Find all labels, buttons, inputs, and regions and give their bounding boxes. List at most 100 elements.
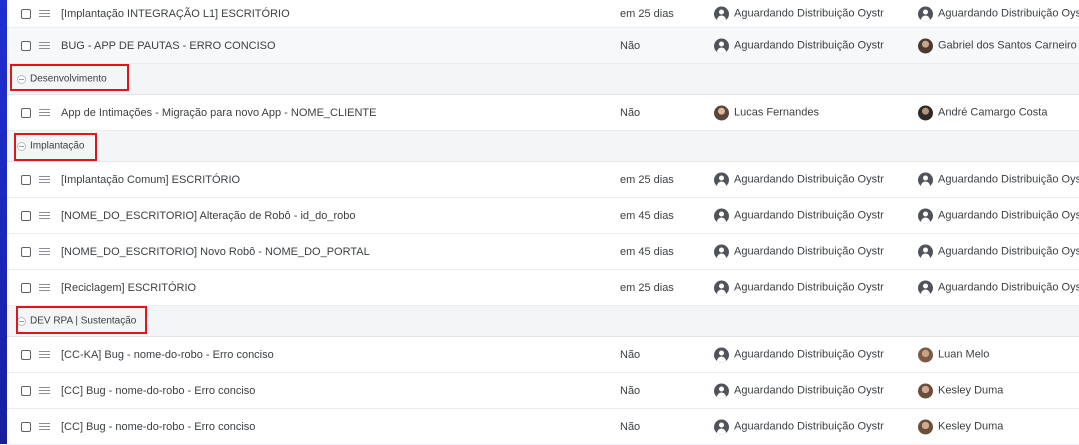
task-owner[interactable]: Kesley Duma (918, 419, 1003, 434)
row-checkbox[interactable] (21, 40, 31, 51)
row-checkbox[interactable] (21, 210, 31, 221)
task-owner[interactable]: Aguardando Distribuição Oystr (918, 244, 1079, 259)
user-avatar-icon (714, 38, 729, 53)
task-assignee[interactable]: Aguardando Distribuição Oystr (714, 38, 884, 53)
task-assignee[interactable]: Aguardando Distribuição Oystr (714, 383, 884, 398)
drag-handle-icon[interactable] (39, 386, 50, 395)
group-header-dev-rpa-sustentacao[interactable]: DEV RPA | Sustentação (7, 306, 1079, 337)
drag-handle-icon[interactable] (39, 283, 50, 292)
drag-handle-icon[interactable] (39, 350, 50, 359)
table-row[interactable]: [NOME_DO_ESCRITORIO] Alteração de Robô -… (7, 198, 1079, 234)
task-assignee[interactable]: Aguardando Distribuição Oystr (714, 419, 884, 434)
task-assignee[interactable]: Aguardando Distribuição Oystr (714, 6, 884, 21)
task-assignee[interactable]: Aguardando Distribuição Oystr (714, 244, 884, 259)
group-header-implantacao[interactable]: Implantação (7, 131, 1079, 162)
task-due: Não (620, 384, 641, 397)
task-assignee[interactable]: Aguardando Distribuição Oystr (714, 172, 884, 187)
task-due: em 25 dias (620, 173, 674, 186)
task-assignee[interactable]: Aguardando Distribuição Oystr (714, 208, 884, 223)
task-name[interactable]: [NOME_DO_ESCRITORIO] Alteração de Robô -… (61, 210, 356, 222)
group-label: Desenvolvimento (30, 73, 107, 85)
row-checkbox[interactable] (21, 174, 31, 185)
drag-handle-icon[interactable] (39, 211, 50, 220)
task-name[interactable]: [Implantação INTEGRAÇÃO L1] ESCRITÓRIO (61, 8, 290, 20)
user-avatar (918, 347, 933, 362)
row-checkbox[interactable] (21, 107, 31, 118)
left-accent-bar (0, 0, 7, 444)
task-assignee[interactable]: Aguardando Distribuição Oystr (714, 280, 884, 295)
task-due: Não (620, 420, 641, 433)
table-row[interactable]: App de Intimações - Migração para novo A… (7, 95, 1079, 131)
task-due: em 45 dias (620, 209, 674, 222)
task-due: em 45 dias (620, 245, 674, 258)
task-due: em 25 dias (620, 281, 674, 294)
user-avatar-icon (918, 6, 933, 21)
collapse-toggle-icon[interactable] (17, 75, 26, 84)
group-label: DEV RPA | Sustentação (30, 315, 137, 327)
task-owner[interactable]: Luan Melo (918, 347, 989, 362)
user-avatar-icon (714, 347, 729, 362)
user-avatar-icon (918, 244, 933, 259)
table-row[interactable]: [CC-KA] Bug - nome-do-robo - Erro concis… (7, 337, 1079, 373)
task-owner[interactable]: Gabriel dos Santos Carneiro (918, 38, 1077, 53)
user-avatar-icon (714, 419, 729, 434)
task-owner[interactable]: Aguardando Distribuição Oystr (918, 172, 1079, 187)
row-checkbox[interactable] (21, 8, 31, 19)
task-owner[interactable]: Aguardando Distribuição Oystr (918, 280, 1079, 295)
task-name[interactable]: [CC] Bug - nome-do-robo - Erro conciso (61, 385, 255, 397)
table-row[interactable]: BUG - APP DE PAUTAS - ERRO CONCISO Não A… (7, 28, 1079, 64)
drag-handle-icon[interactable] (39, 422, 50, 431)
user-avatar-icon (714, 6, 729, 21)
drag-handle-icon[interactable] (39, 108, 50, 117)
task-name[interactable]: BUG - APP DE PAUTAS - ERRO CONCISO (61, 40, 276, 52)
task-due: em 25 dias (620, 7, 674, 20)
user-avatar-icon (714, 244, 729, 259)
row-checkbox[interactable] (21, 246, 31, 257)
user-avatar-icon (714, 208, 729, 223)
user-avatar (918, 105, 933, 120)
task-name[interactable]: [CC-KA] Bug - nome-do-robo - Erro concis… (61, 349, 274, 361)
drag-handle-icon[interactable] (39, 9, 50, 18)
row-checkbox[interactable] (21, 385, 31, 396)
task-name[interactable]: App de Intimações - Migração para novo A… (61, 107, 376, 119)
drag-handle-icon[interactable] (39, 41, 50, 50)
user-avatar (918, 383, 933, 398)
user-avatar (918, 38, 933, 53)
task-owner[interactable]: Aguardando Distribuição Oystr (918, 6, 1079, 21)
row-checkbox[interactable] (21, 349, 31, 360)
user-avatar-icon (918, 280, 933, 295)
row-checkbox[interactable] (21, 421, 31, 432)
drag-handle-icon[interactable] (39, 247, 50, 256)
task-assignee[interactable]: Aguardando Distribuição Oystr (714, 347, 884, 362)
collapse-toggle-icon[interactable] (17, 317, 26, 326)
user-avatar-icon (918, 172, 933, 187)
task-name[interactable]: [Implantação Comum] ESCRITÓRIO (61, 174, 240, 186)
task-due: Não (620, 39, 641, 52)
task-name[interactable]: [Reciclagem] ESCRITÓRIO (61, 282, 196, 294)
task-due: Não (620, 348, 641, 361)
user-avatar-icon (714, 383, 729, 398)
table-row[interactable]: [Implantação INTEGRAÇÃO L1] ESCRITÓRIO e… (7, 0, 1079, 28)
group-label: Implantação (30, 140, 85, 152)
group-header-desenvolvimento[interactable]: Desenvolvimento (7, 64, 1079, 95)
table-row[interactable]: [Implantação Comum] ESCRITÓRIO em 25 dia… (7, 162, 1079, 198)
task-due: Não (620, 106, 641, 119)
user-avatar-icon (714, 280, 729, 295)
collapse-toggle-icon[interactable] (17, 142, 26, 151)
task-owner[interactable]: André Camargo Costa (918, 105, 1047, 120)
table-row[interactable]: [CC] Bug - nome-do-robo - Erro conciso N… (7, 409, 1079, 445)
table-row[interactable]: [NOME_DO_ESCRITORIO] Novo Robô - NOME_DO… (7, 234, 1079, 270)
task-name[interactable]: [CC] Bug - nome-do-robo - Erro conciso (61, 421, 255, 433)
task-owner[interactable]: Aguardando Distribuição Oystr (918, 208, 1079, 223)
task-owner[interactable]: Kesley Duma (918, 383, 1003, 398)
table-row[interactable]: [Reciclagem] ESCRITÓRIO em 25 dias Aguar… (7, 270, 1079, 306)
user-avatar (714, 105, 729, 120)
user-avatar-icon (714, 172, 729, 187)
table-row[interactable]: [CC] Bug - nome-do-robo - Erro conciso N… (7, 373, 1079, 409)
user-avatar-icon (918, 208, 933, 223)
task-name[interactable]: [NOME_DO_ESCRITORIO] Novo Robô - NOME_DO… (61, 246, 370, 258)
row-checkbox[interactable] (21, 282, 31, 293)
drag-handle-icon[interactable] (39, 175, 50, 184)
task-assignee[interactable]: Lucas Fernandes (714, 105, 819, 120)
user-avatar (918, 419, 933, 434)
